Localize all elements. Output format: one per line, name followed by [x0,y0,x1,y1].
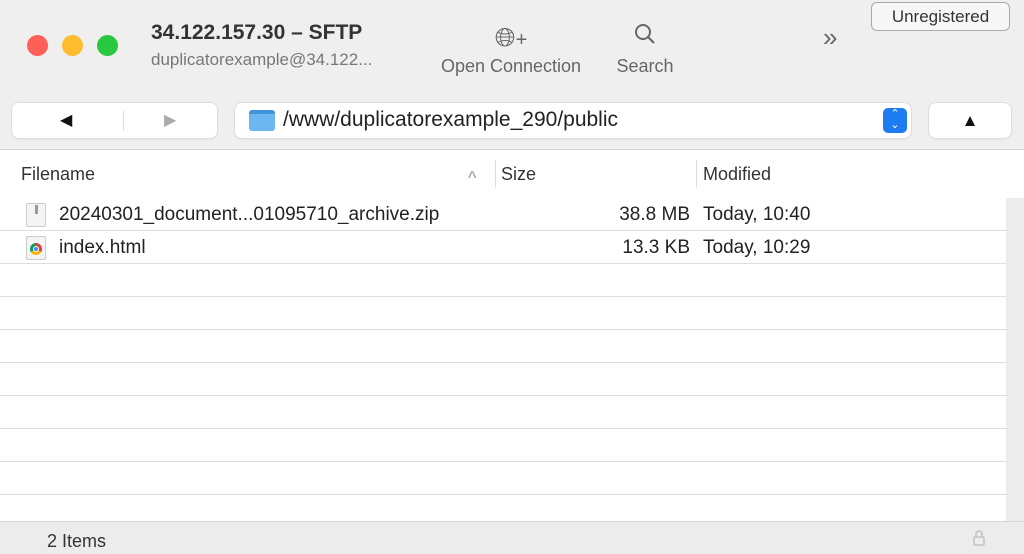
chrome-html-icon [26,236,46,260]
open-connection-button[interactable]: 🌐︎+ Open Connection [428,18,594,77]
empty-row [0,462,1006,495]
close-button[interactable] [27,35,48,56]
column-divider[interactable] [696,160,697,188]
empty-row [0,297,1006,330]
file-row[interactable]: index.html 13.3 KB Today, 10:29 [0,231,1006,264]
file-modified: Today, 10:29 [703,237,811,258]
path-selector[interactable]: /www/duplicatorexample_290/public ⌃ ⌄ [235,103,911,138]
divider [123,111,124,131]
modified-column-header[interactable]: Modified [703,164,771,185]
file-size: 13.3 KB [622,237,690,258]
column-header: Filename ^ Size Modified [0,150,1024,198]
empty-row [0,396,1006,429]
size-column-header[interactable]: Size [501,164,536,185]
file-size: 38.8 MB [619,204,690,225]
filename-column-header[interactable]: Filename [21,164,95,185]
status-bar: 2 Items [0,521,1024,554]
search-label: Search [616,56,674,76]
open-connection-label: Open Connection [440,56,582,76]
search-icon [610,18,680,56]
globe-plus-icon: 🌐︎+ [494,22,528,52]
file-name: index.html [59,237,146,258]
path-text: /www/duplicatorexample_290/public [283,108,619,131]
back-forward-control: ◀ ▶ [12,103,217,138]
unregistered-button[interactable]: Unregistered [871,2,1010,31]
zip-icon [26,203,46,227]
file-modified: Today, 10:40 [703,204,811,225]
zoom-button[interactable] [97,35,118,56]
column-divider[interactable] [495,160,496,188]
folder-icon [249,110,275,131]
search-button[interactable]: Search [610,18,680,77]
empty-row [0,363,1006,396]
minimize-button[interactable] [62,35,83,56]
window-title: 34.122.157.30 – SFTP [151,21,363,44]
file-row[interactable]: 20240301_document...01095710_archive.zip… [0,198,1006,231]
forward-button[interactable]: ▶ [164,110,176,130]
back-button[interactable]: ◀ [60,110,72,130]
parent-directory-button[interactable]: ▲ [929,103,1011,138]
empty-row [0,330,1006,363]
lock-icon [973,530,985,551]
toolbar: 34.122.157.30 – SFTP duplicatorexample@3… [0,0,1024,150]
window-subtitle: duplicatorexample@34.122... [151,50,373,69]
more-toolbar-items-icon[interactable]: » [823,22,837,53]
empty-row [0,429,1006,462]
item-count: 2 Items [47,531,107,551]
file-list: 20240301_document...01095710_archive.zip… [0,198,1006,521]
file-name: 20240301_document...01095710_archive.zip [59,204,440,225]
empty-row [0,264,1006,297]
chevron-updown-icon[interactable]: ⌃ ⌄ [883,108,907,133]
sort-ascending-icon: ^ [468,168,477,188]
